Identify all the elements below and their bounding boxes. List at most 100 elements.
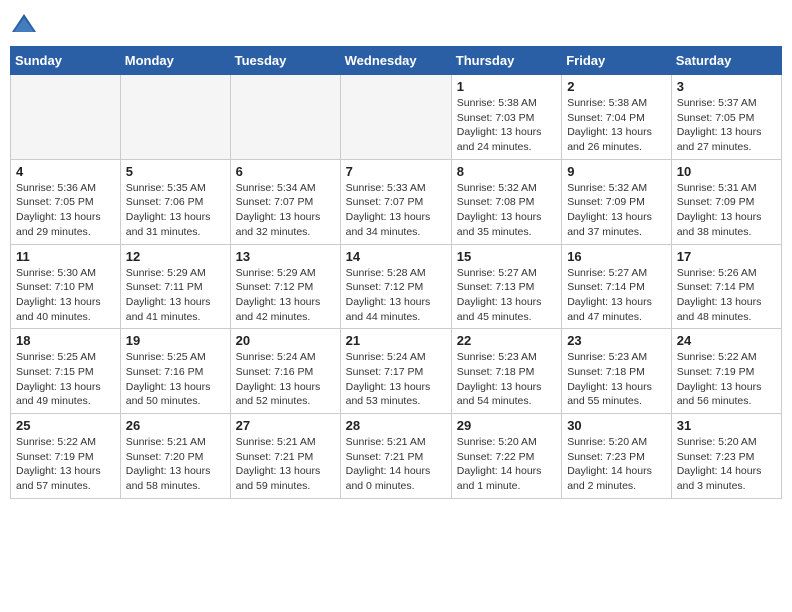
- calendar-cell: 20 Sunrise: 5:24 AM Sunset: 7:16 PM Dayli…: [230, 329, 340, 414]
- day-info: Sunrise: 5:25 AM Sunset: 7:15 PM Dayligh…: [16, 350, 115, 409]
- day-info: Sunrise: 5:20 AM Sunset: 7:22 PM Dayligh…: [457, 435, 556, 494]
- day-number: 9: [567, 164, 666, 179]
- calendar-header-tuesday: Tuesday: [230, 47, 340, 75]
- calendar-cell: [340, 75, 451, 160]
- day-number: 26: [126, 418, 225, 433]
- calendar-cell: [230, 75, 340, 160]
- calendar-cell: 15Sunrise: 5:27 AM Sunset: 7:13 PM Dayli…: [451, 244, 561, 329]
- day-number: 30: [567, 418, 666, 433]
- calendar-header-saturday: Saturday: [671, 47, 781, 75]
- calendar-header-friday: Friday: [562, 47, 672, 75]
- calendar-cell: [11, 75, 121, 160]
- calendar-table: SundayMondayTuesdayWednesdayThursdayFrid…: [10, 46, 782, 499]
- day-info: Sunrise: 5:24 AM Sunset: 7:17 PM Dayligh…: [346, 350, 446, 409]
- calendar-cell: 22Sunrise: 5:23 AM Sunset: 7:18 PM Dayli…: [451, 329, 561, 414]
- day-info: Sunrise: 5:21 AM Sunset: 7:20 PM Dayligh…: [126, 435, 225, 494]
- day-info: Sunrise: 5:24 AM Sunset: 7:16 PM Dayligh…: [236, 350, 335, 409]
- calendar-cell: 19 Sunrise: 5:25 AM Sunset: 7:16 PM Dayli…: [120, 329, 230, 414]
- day-info: Sunrise: 5:27 AM Sunset: 7:14 PM Dayligh…: [567, 266, 666, 325]
- calendar-header-row: SundayMondayTuesdayWednesdayThursdayFrid…: [11, 47, 782, 75]
- calendar-cell: 27 Sunrise: 5:21 AM Sunset: 7:21 PM Dayli…: [230, 414, 340, 499]
- day-info: Sunrise: 5:28 AM Sunset: 7:12 PM Dayligh…: [346, 266, 446, 325]
- calendar-cell: 12 Sunrise: 5:29 AM Sunset: 7:11 PM Dayli…: [120, 244, 230, 329]
- day-info: Sunrise: 5:33 AM Sunset: 7:07 PM Dayligh…: [346, 181, 446, 240]
- day-number: 28: [346, 418, 446, 433]
- day-info: Sunrise: 5:36 AM Sunset: 7:05 PM Dayligh…: [16, 181, 115, 240]
- calendar-cell: 10 Sunrise: 5:31 AM Sunset: 7:09 PM Dayli…: [671, 159, 781, 244]
- day-number: 14: [346, 249, 446, 264]
- calendar-cell: 13 Sunrise: 5:29 AM Sunset: 7:12 PM Dayli…: [230, 244, 340, 329]
- day-info: Sunrise: 5:35 AM Sunset: 7:06 PM Dayligh…: [126, 181, 225, 240]
- calendar-cell: 1Sunrise: 5:38 AM Sunset: 7:03 PM Daylig…: [451, 75, 561, 160]
- day-number: 18: [16, 333, 115, 348]
- day-number: 8: [457, 164, 556, 179]
- week-row-4: 18 Sunrise: 5:25 AM Sunset: 7:15 PM Dayli…: [11, 329, 782, 414]
- day-info: Sunrise: 5:30 AM Sunset: 7:10 PM Dayligh…: [16, 266, 115, 325]
- day-info: Sunrise: 5:29 AM Sunset: 7:11 PM Dayligh…: [126, 266, 225, 325]
- calendar-cell: 24 Sunrise: 5:22 AM Sunset: 7:19 PM Dayli…: [671, 329, 781, 414]
- calendar-cell: 3 Sunrise: 5:37 AM Sunset: 7:05 PM Daylig…: [671, 75, 781, 160]
- day-number: 31: [677, 418, 776, 433]
- day-info: Sunrise: 5:21 AM Sunset: 7:21 PM Dayligh…: [236, 435, 335, 494]
- day-info: Sunrise: 5:32 AM Sunset: 7:08 PM Dayligh…: [457, 181, 556, 240]
- calendar-cell: 11 Sunrise: 5:30 AM Sunset: 7:10 PM Dayli…: [11, 244, 121, 329]
- day-info: Sunrise: 5:31 AM Sunset: 7:09 PM Dayligh…: [677, 181, 776, 240]
- day-number: 17: [677, 249, 776, 264]
- day-number: 20: [236, 333, 335, 348]
- day-number: 2: [567, 79, 666, 94]
- day-info: Sunrise: 5:22 AM Sunset: 7:19 PM Dayligh…: [16, 435, 115, 494]
- day-number: 24: [677, 333, 776, 348]
- calendar-cell: 29 Sunrise: 5:20 AM Sunset: 7:22 PM Dayli…: [451, 414, 561, 499]
- calendar-cell: 23 Sunrise: 5:23 AM Sunset: 7:18 PM Dayli…: [562, 329, 672, 414]
- day-info: Sunrise: 5:20 AM Sunset: 7:23 PM Dayligh…: [567, 435, 666, 494]
- day-info: Sunrise: 5:29 AM Sunset: 7:12 PM Dayligh…: [236, 266, 335, 325]
- day-number: 13: [236, 249, 335, 264]
- calendar-cell: 31Sunrise: 5:20 AM Sunset: 7:23 PM Dayli…: [671, 414, 781, 499]
- day-number: 3: [677, 79, 776, 94]
- day-number: 27: [236, 418, 335, 433]
- week-row-5: 25 Sunrise: 5:22 AM Sunset: 7:19 PM Dayli…: [11, 414, 782, 499]
- day-info: Sunrise: 5:22 AM Sunset: 7:19 PM Dayligh…: [677, 350, 776, 409]
- day-info: Sunrise: 5:32 AM Sunset: 7:09 PM Dayligh…: [567, 181, 666, 240]
- logo: [10, 10, 42, 38]
- calendar-cell: 26 Sunrise: 5:21 AM Sunset: 7:20 PM Dayli…: [120, 414, 230, 499]
- day-info: Sunrise: 5:23 AM Sunset: 7:18 PM Dayligh…: [567, 350, 666, 409]
- day-number: 1: [457, 79, 556, 94]
- calendar-cell: 2Sunrise: 5:38 AM Sunset: 7:04 PM Daylig…: [562, 75, 672, 160]
- calendar-cell: 30 Sunrise: 5:20 AM Sunset: 7:23 PM Dayli…: [562, 414, 672, 499]
- calendar-cell: 4 Sunrise: 5:36 AM Sunset: 7:05 PM Daylig…: [11, 159, 121, 244]
- calendar-cell: 9 Sunrise: 5:32 AM Sunset: 7:09 PM Daylig…: [562, 159, 672, 244]
- calendar-cell: 17 Sunrise: 5:26 AM Sunset: 7:14 PM Dayli…: [671, 244, 781, 329]
- calendar-cell: 14 Sunrise: 5:28 AM Sunset: 7:12 PM Dayli…: [340, 244, 451, 329]
- day-number: 4: [16, 164, 115, 179]
- day-number: 11: [16, 249, 115, 264]
- calendar-cell: 7 Sunrise: 5:33 AM Sunset: 7:07 PM Daylig…: [340, 159, 451, 244]
- day-info: Sunrise: 5:26 AM Sunset: 7:14 PM Dayligh…: [677, 266, 776, 325]
- day-number: 6: [236, 164, 335, 179]
- calendar-cell: 16 Sunrise: 5:27 AM Sunset: 7:14 PM Dayli…: [562, 244, 672, 329]
- day-number: 16: [567, 249, 666, 264]
- day-number: 15: [457, 249, 556, 264]
- day-number: 7: [346, 164, 446, 179]
- day-number: 12: [126, 249, 225, 264]
- day-info: Sunrise: 5:25 AM Sunset: 7:16 PM Dayligh…: [126, 350, 225, 409]
- day-info: Sunrise: 5:23 AM Sunset: 7:18 PM Dayligh…: [457, 350, 556, 409]
- calendar-header-wednesday: Wednesday: [340, 47, 451, 75]
- day-number: 21: [346, 333, 446, 348]
- calendar-cell: 18 Sunrise: 5:25 AM Sunset: 7:15 PM Dayli…: [11, 329, 121, 414]
- day-number: 5: [126, 164, 225, 179]
- calendar-header-sunday: Sunday: [11, 47, 121, 75]
- day-number: 29: [457, 418, 556, 433]
- day-info: Sunrise: 5:34 AM Sunset: 7:07 PM Dayligh…: [236, 181, 335, 240]
- week-row-2: 4 Sunrise: 5:36 AM Sunset: 7:05 PM Daylig…: [11, 159, 782, 244]
- week-row-1: 1Sunrise: 5:38 AM Sunset: 7:03 PM Daylig…: [11, 75, 782, 160]
- calendar-cell: 28Sunrise: 5:21 AM Sunset: 7:21 PM Dayli…: [340, 414, 451, 499]
- day-info: Sunrise: 5:37 AM Sunset: 7:05 PM Dayligh…: [677, 96, 776, 155]
- calendar-header-monday: Monday: [120, 47, 230, 75]
- day-number: 19: [126, 333, 225, 348]
- calendar-cell: 8 Sunrise: 5:32 AM Sunset: 7:08 PM Daylig…: [451, 159, 561, 244]
- day-number: 23: [567, 333, 666, 348]
- day-number: 10: [677, 164, 776, 179]
- day-number: 25: [16, 418, 115, 433]
- calendar-cell: 25 Sunrise: 5:22 AM Sunset: 7:19 PM Dayli…: [11, 414, 121, 499]
